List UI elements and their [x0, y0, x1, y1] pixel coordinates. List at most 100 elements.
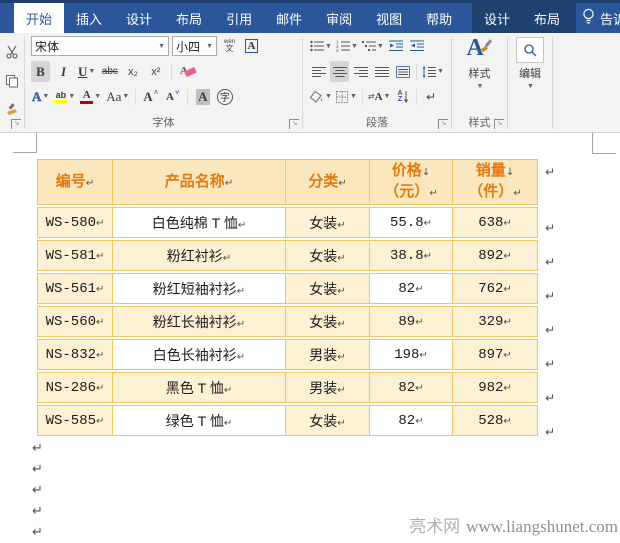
tab-开始[interactable]: 开始 [14, 3, 64, 33]
table-cell[interactable]: 638↵ [453, 207, 538, 238]
editing-button[interactable]: 编辑 ▼ [508, 37, 552, 90]
table-cell[interactable]: 白色长袖衬衫↵ [113, 339, 286, 370]
table-cell[interactable]: 198↵ [370, 339, 453, 370]
multilevel-list-button[interactable]: ▼ [361, 36, 385, 57]
align-center-button[interactable] [330, 61, 349, 82]
grow-font-button[interactable]: A˄ [141, 86, 160, 107]
paragraph-dialog-launcher-icon[interactable]: ↘ [438, 119, 448, 129]
copy-button[interactable] [3, 70, 22, 91]
decrease-indent-button[interactable] [387, 36, 406, 57]
phonetic-guide-button[interactable]: wén 文 [220, 36, 239, 57]
subscript-button[interactable]: x₂ [123, 61, 142, 82]
table-cell[interactable]: 男装↵ [286, 372, 370, 403]
table-cell[interactable]: WS-561↵ [37, 273, 113, 304]
table-cell[interactable]: 89↵ [370, 306, 453, 337]
contextual-tab-布局[interactable]: 布局 [522, 3, 572, 33]
character-shading-button[interactable]: A [193, 86, 212, 107]
shrink-font-button[interactable]: A˅ [163, 86, 182, 107]
underline-button[interactable]: U▼ [77, 61, 96, 82]
table-cell[interactable]: 男装↵ [286, 339, 370, 370]
font-size-select[interactable]: 小四▼ [172, 36, 217, 56]
table-cell[interactable]: 892↵ [453, 240, 538, 271]
character-border-button[interactable]: A [242, 36, 261, 57]
table-cell[interactable]: 女装↵ [286, 405, 370, 436]
tab-邮件[interactable]: 邮件 [264, 3, 314, 33]
table-cell[interactable]: 女装↵ [286, 240, 370, 271]
table-cell[interactable]: 38.8↵ [370, 240, 453, 271]
table-cell[interactable]: WS-585↵ [37, 405, 113, 436]
header-cell[interactable]: 分类↵ [286, 159, 370, 205]
header-cell[interactable]: 价格↓（元）↵ [370, 159, 453, 205]
table-cell[interactable]: 粉红衬衫↵ [113, 240, 286, 271]
table-cell[interactable]: 黑色 T 恤↵ [113, 372, 286, 403]
sort-button[interactable]: AZ [393, 86, 412, 107]
show-hide-marks-button[interactable]: ↵ [421, 86, 440, 107]
table-cell[interactable]: 女装↵ [286, 207, 370, 238]
table-cell[interactable]: 女装↵ [286, 273, 370, 304]
distribute-button[interactable] [393, 61, 412, 82]
header-cell[interactable]: 产品名称↵ [113, 159, 286, 205]
styles-dialog-launcher-icon[interactable]: ↘ [494, 119, 504, 129]
row-end-mark: ↵ [545, 245, 555, 279]
font-name-select[interactable]: 宋体▼ [31, 36, 169, 56]
contextual-tab-设计[interactable]: 设计 [472, 3, 522, 33]
tab-视图[interactable]: 视图 [364, 3, 414, 33]
document-page[interactable]: 编号↵产品名称↵分类↵价格↓（元）↵销量↓（件）↵ WS-580↵白色纯棉 T … [0, 133, 620, 540]
font-color-button[interactable]: A▼ [79, 86, 102, 107]
bullets-button[interactable]: ▼ [309, 36, 333, 57]
enclose-characters-button[interactable]: 字 [215, 86, 234, 107]
tab-审阅[interactable]: 审阅 [314, 3, 364, 33]
numbering-button[interactable]: 123▼ [335, 36, 359, 57]
justify-button[interactable] [372, 61, 391, 82]
cut-button[interactable] [3, 41, 22, 62]
table-cell[interactable]: 女装↵ [286, 306, 370, 337]
table-cell[interactable]: WS-560↵ [37, 306, 113, 337]
table-cell[interactable]: NS-832↵ [37, 339, 113, 370]
format-painter-button[interactable] [3, 99, 22, 120]
header-cell[interactable]: 编号↵ [37, 159, 113, 205]
table-cell[interactable]: 82↵ [370, 405, 453, 436]
superscript-button[interactable]: x² [146, 61, 165, 82]
tab-插入[interactable]: 插入 [64, 3, 114, 33]
bold-button[interactable]: B [31, 61, 50, 82]
table-cell[interactable]: 897↵ [453, 339, 538, 370]
table-cell[interactable]: 55.8↵ [370, 207, 453, 238]
borders-button[interactable]: ▼ [335, 86, 358, 107]
tab-设计[interactable]: 设计 [114, 3, 164, 33]
table-cell[interactable]: 762↵ [453, 273, 538, 304]
asian-layout-button[interactable]: ⇄A▼ [367, 86, 392, 107]
align-right-button[interactable] [351, 61, 370, 82]
shading-button[interactable]: ▼ [309, 86, 333, 107]
tell-me-button[interactable]: 告诉 [582, 3, 620, 33]
table-cell[interactable]: 白色纯棉 T 恤↵ [113, 207, 286, 238]
table-cell[interactable]: 绿色 T 恤↵ [113, 405, 286, 436]
table-cell[interactable]: 528↵ [453, 405, 538, 436]
table-cell[interactable]: 82↵ [370, 273, 453, 304]
table-cell[interactable]: 329↵ [453, 306, 538, 337]
table-cell[interactable]: WS-581↵ [37, 240, 113, 271]
svg-text:3: 3 [336, 48, 339, 52]
text-effects-button[interactable]: A▼ [31, 86, 50, 107]
table-cell[interactable]: 粉红长袖衬衫↵ [113, 306, 286, 337]
font-dialog-launcher-icon[interactable]: ↘ [289, 119, 299, 129]
table-cell[interactable]: 粉红短袖衬衫↵ [113, 273, 286, 304]
change-case-button[interactable]: Aa▼ [105, 86, 130, 107]
align-left-button[interactable] [309, 61, 328, 82]
styles-button[interactable]: A 样式 ▼ [452, 37, 507, 90]
header-cell[interactable]: 销量↓（件）↵ [453, 159, 538, 205]
cell-end-mark: ↵ [96, 284, 104, 295]
table-cell[interactable]: 82↵ [370, 372, 453, 403]
clear-formatting-button[interactable]: A [178, 61, 197, 82]
text-highlight-button[interactable]: ab▼ [53, 86, 76, 107]
table-cell[interactable]: NS-286↵ [37, 372, 113, 403]
clipboard-dialog-launcher-icon[interactable]: ↘ [11, 119, 21, 129]
table-cell[interactable]: 982↵ [453, 372, 538, 403]
tab-引用[interactable]: 引用 [214, 3, 264, 33]
line-spacing-button[interactable]: ▼ [421, 61, 445, 82]
tab-布局[interactable]: 布局 [164, 3, 214, 33]
table-cell[interactable]: WS-580↵ [37, 207, 113, 238]
tab-帮助[interactable]: 帮助 [414, 3, 464, 33]
italic-button[interactable]: I [54, 61, 73, 82]
strikethrough-button[interactable]: abc [100, 61, 119, 82]
increase-indent-button[interactable] [408, 36, 427, 57]
